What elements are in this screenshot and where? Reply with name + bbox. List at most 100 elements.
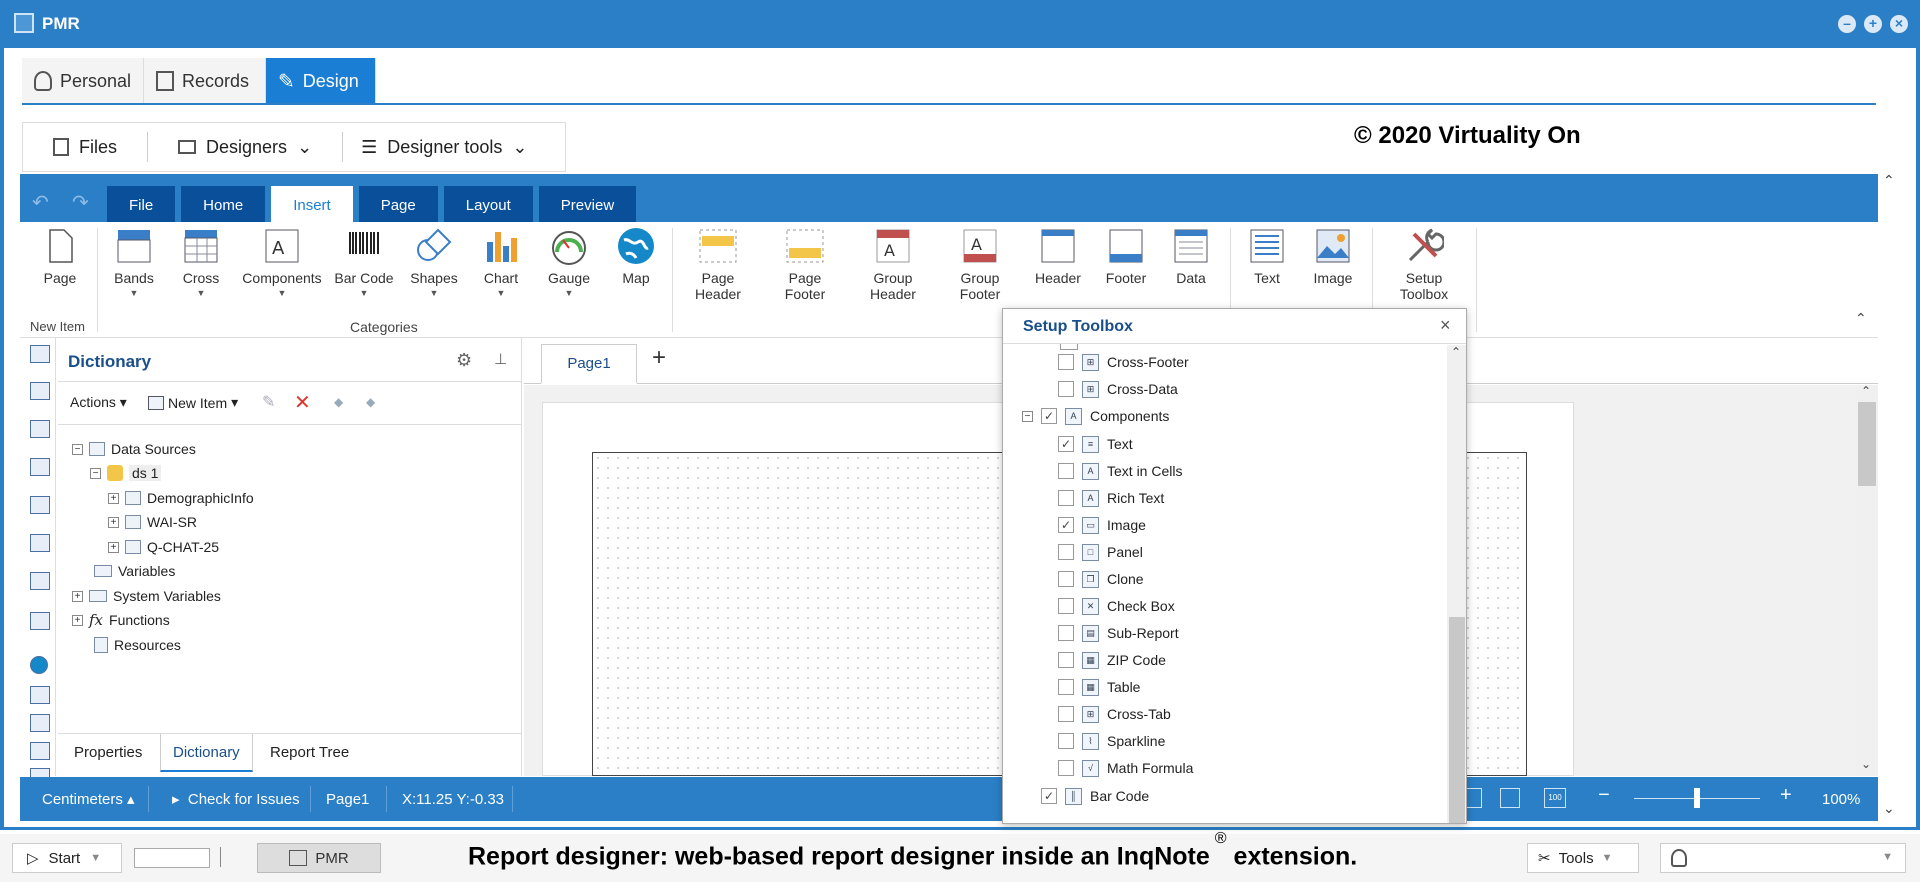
toolbox-item[interactable]: ✓ ▭ Image	[1058, 513, 1146, 537]
actions-dropdown[interactable]: Actions ▾	[70, 394, 127, 411]
user-dropdown[interactable]: ▼	[1660, 843, 1906, 873]
group-header-item[interactable]: A Group Header	[853, 226, 933, 302]
page-footer-item[interactable]: Page Footer	[765, 226, 845, 302]
checkbox[interactable]: ✓	[1058, 436, 1074, 452]
toolbar-component-icon[interactable]	[30, 656, 48, 674]
toolbox-item[interactable]: ✓ ≡ Text	[1058, 432, 1133, 456]
toolbox-item[interactable]: ▤ Sub-Report	[1058, 621, 1179, 645]
pin-icon[interactable]: ⊥	[494, 350, 507, 368]
scroll-up-icon[interactable]: ⌃	[1451, 345, 1461, 359]
toolbar-component-icon[interactable]	[30, 572, 50, 590]
ribbon-tab-preview[interactable]: Preview	[538, 186, 637, 224]
collapse-ribbon-icon[interactable]: ⌃	[1855, 310, 1867, 327]
collapse-icon[interactable]: −	[1022, 410, 1033, 422]
scroll-up-icon[interactable]: ⌃	[1883, 172, 1895, 189]
toolbox-item[interactable]: ⊞ Cross-Footer	[1058, 350, 1189, 374]
map-item[interactable]: Map	[596, 226, 676, 286]
ribbon-tab-insert[interactable]: Insert	[271, 186, 353, 224]
scroll-up-icon[interactable]: ⌃	[1861, 384, 1871, 398]
checkbox[interactable]: ✓	[1041, 788, 1057, 804]
tools-button[interactable]: ✂ Tools ▼	[1527, 843, 1639, 873]
designers-button[interactable]: Designers ⌄	[148, 132, 344, 162]
toolbar-component-icon[interactable]	[30, 714, 50, 732]
tab-personal[interactable]: Personal	[22, 58, 144, 104]
checkbox[interactable]	[1058, 463, 1074, 479]
checkbox[interactable]: ✓	[1041, 408, 1057, 424]
checkbox[interactable]	[1058, 490, 1074, 506]
taskbar-input[interactable]	[134, 848, 210, 868]
toolbox-item[interactable]: □ Panel	[1058, 540, 1143, 564]
tree-item-ds1[interactable]: − ds 1	[90, 463, 162, 483]
toolbar-component-icon[interactable]	[30, 420, 50, 438]
start-button[interactable]: ▷ Start ▼	[12, 843, 122, 873]
checkbox[interactable]: ✓	[1058, 517, 1074, 533]
collapse-icon[interactable]: −	[72, 443, 83, 455]
toolbox-item[interactable]: ✕ Check Box	[1058, 594, 1175, 618]
checkbox[interactable]	[1058, 625, 1074, 641]
tab-design[interactable]: ✎ Design	[266, 58, 376, 104]
toolbar-component-icon[interactable]	[30, 742, 50, 760]
tab-report-tree[interactable]: Report Tree	[270, 744, 349, 761]
toolbox-item[interactable]: ⊞ Cross-Tab	[1058, 702, 1171, 726]
designer-tools-button[interactable]: ☰ Designer tools ⌄	[343, 132, 545, 162]
expand-icon[interactable]: +	[72, 590, 83, 602]
toolbox-item[interactable]: ⌇ Sparkline	[1058, 729, 1165, 753]
checkbox[interactable]	[1058, 706, 1074, 722]
gear-icon[interactable]: ⚙	[456, 350, 472, 371]
toolbar-component-icon[interactable]	[30, 458, 50, 476]
tree-item-wai-sr[interactable]: + WAI-SR	[108, 512, 197, 532]
toolbox-item[interactable]: − ✓ A Components	[1022, 404, 1169, 428]
expand-icon[interactable]: +	[72, 614, 83, 626]
tree-item-resources[interactable]: Resources	[94, 635, 181, 655]
toolbox-item[interactable]: ⊞ Cross-Data	[1058, 377, 1178, 401]
tree-item-demographicinfo[interactable]: + DemographicInfo	[108, 488, 254, 508]
components-item[interactable]: A Components ▼	[242, 226, 322, 298]
checkbox[interactable]	[1058, 679, 1074, 695]
checkbox[interactable]	[1058, 544, 1074, 560]
page-header-item[interactable]: Page Header	[678, 226, 758, 302]
files-button[interactable]: Files	[23, 132, 149, 162]
tab-dictionary[interactable]: Dictionary	[160, 734, 253, 772]
zoom-out-icon[interactable]: −	[1598, 784, 1610, 807]
tab-properties[interactable]: Properties	[74, 744, 142, 761]
minimize-icon[interactable]: –	[1838, 15, 1856, 33]
expand-icon[interactable]: +	[108, 492, 119, 504]
maximize-icon[interactable]: +	[1864, 15, 1882, 33]
scroll-down-icon[interactable]: ⌄	[1883, 800, 1895, 817]
toolbar-component-icon[interactable]	[30, 496, 50, 514]
units-dropdown[interactable]: Centimeters ▴	[42, 788, 135, 810]
tree-item-data-sources[interactable]: − Data Sources	[72, 439, 196, 459]
barcode-item[interactable]: Bar Code ▼	[324, 226, 404, 298]
toolbox-item[interactable]: A Text in Cells	[1058, 459, 1182, 483]
new-item-dropdown[interactable]: New Item ▾	[148, 394, 238, 411]
delete-icon[interactable]: ✕	[294, 390, 311, 415]
toolbar-component-icon[interactable]	[30, 345, 50, 363]
tab-records[interactable]: Records	[144, 58, 266, 104]
ribbon-tab-home[interactable]: Home	[181, 186, 266, 224]
checkbox[interactable]	[1058, 354, 1074, 370]
zoom-100-icon[interactable]: 100	[1544, 788, 1566, 808]
toolbar-component-icon[interactable]	[30, 534, 50, 552]
expand-icon[interactable]: +	[108, 541, 119, 553]
toolbox-item[interactable]: ▦ ZIP Code	[1058, 648, 1166, 672]
close-icon[interactable]: ×	[1440, 315, 1451, 336]
toolbox-item[interactable]: A Rich Text	[1058, 486, 1164, 510]
zoom-slider-thumb[interactable]	[1694, 788, 1700, 808]
ribbon-tab-page[interactable]: Page	[358, 186, 438, 224]
data-item[interactable]: Data	[1151, 226, 1231, 286]
edit-icon[interactable]: ✎	[262, 392, 275, 412]
cross-item[interactable]: Cross ▼	[161, 226, 241, 298]
undo-icon[interactable]: ↶	[32, 190, 49, 215]
toolbox-item[interactable]: ▦ Table	[1058, 675, 1140, 699]
move-up-icon[interactable]: ◆	[334, 395, 343, 409]
check-issues-button[interactable]: ▸ Check for Issues	[172, 788, 300, 810]
dialog-scrollbar-thumb[interactable]	[1449, 617, 1465, 823]
checkbox[interactable]	[1058, 652, 1074, 668]
setup-toolbox-item[interactable]: Setup Toolbox	[1384, 226, 1464, 302]
toolbar-component-icon[interactable]	[30, 612, 50, 630]
move-down-icon[interactable]: ◆	[366, 395, 375, 409]
taskbar-app-pmr[interactable]: PMR	[257, 843, 381, 873]
add-page-icon[interactable]: +	[652, 344, 666, 372]
scroll-down-icon[interactable]: ⌄	[1861, 757, 1871, 771]
checkbox[interactable]	[1058, 571, 1074, 587]
